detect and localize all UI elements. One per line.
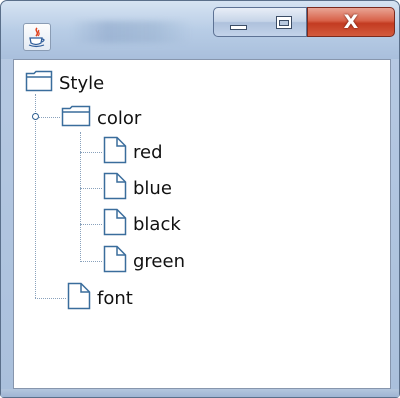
- tree-node-green[interactable]: green: [103, 245, 185, 277]
- window-title: [71, 21, 191, 43]
- minimize-button[interactable]: [213, 7, 263, 37]
- tree-connector: [80, 188, 102, 189]
- tree-node-label: black: [133, 213, 181, 235]
- close-button[interactable]: X: [307, 7, 395, 37]
- tree-connector: [80, 152, 102, 153]
- tree-node-black[interactable]: black: [103, 208, 181, 240]
- file-icon: [103, 245, 127, 277]
- folder-icon: [25, 70, 53, 96]
- minimize-icon: [230, 25, 247, 30]
- app-window: X Style color red blue black green font: [0, 0, 400, 398]
- file-icon: [103, 136, 127, 168]
- tree-node-red[interactable]: red: [103, 136, 163, 168]
- folder-icon: [61, 105, 91, 131]
- tree-node-font[interactable]: font: [67, 282, 133, 314]
- tree-connector: [80, 224, 102, 225]
- tree-node-label: blue: [133, 177, 172, 199]
- tree-node-label: green: [133, 250, 185, 272]
- tree-node-blue[interactable]: blue: [103, 172, 172, 204]
- file-icon: [67, 282, 91, 314]
- maximize-icon: [276, 16, 292, 29]
- tree-node-label: color: [97, 107, 142, 129]
- expand-toggle-icon[interactable]: [32, 113, 39, 120]
- tree-connector: [35, 298, 66, 299]
- tree-node-style[interactable]: Style: [25, 68, 104, 98]
- tree-node-label: font: [97, 287, 133, 309]
- title-bar[interactable]: X: [1, 1, 399, 59]
- tree-node-label: red: [133, 141, 163, 163]
- tree-connector: [35, 94, 36, 298]
- close-icon: X: [343, 11, 359, 33]
- file-icon: [103, 172, 127, 204]
- java-icon[interactable]: [23, 23, 51, 51]
- tree-node-label: Style: [59, 72, 105, 94]
- maximize-button[interactable]: [262, 7, 307, 37]
- tree-connector: [80, 261, 102, 262]
- file-icon: [103, 208, 127, 240]
- window-bottom-border: [1, 389, 399, 397]
- tree-node-color[interactable]: color: [61, 103, 141, 133]
- tree-panel[interactable]: Style color red blue black green font: [13, 59, 391, 389]
